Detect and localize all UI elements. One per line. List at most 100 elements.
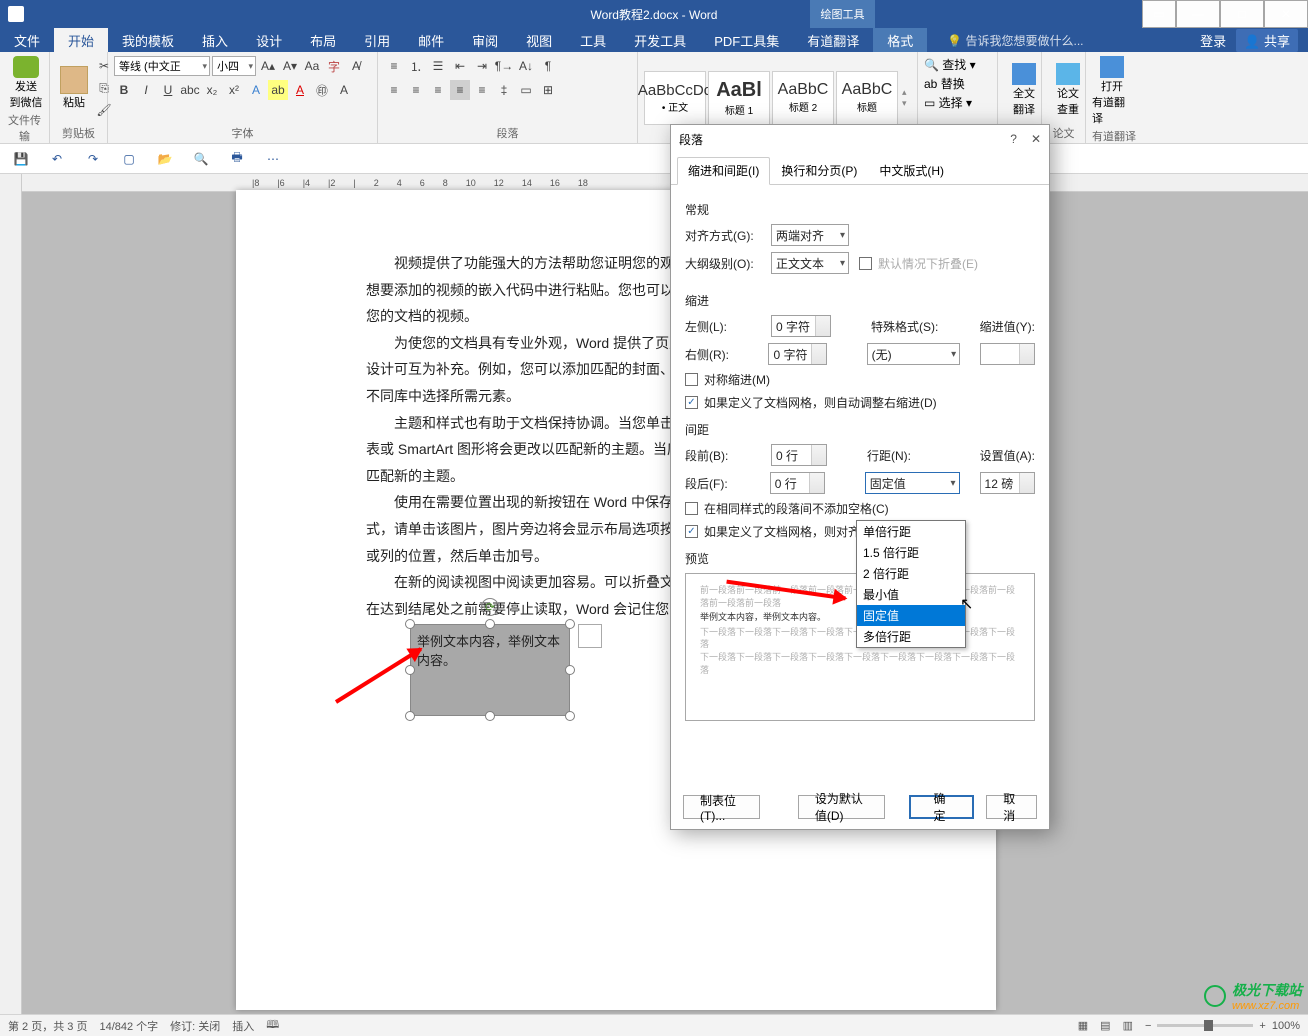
tab-review[interactable]: 审阅 <box>458 28 512 52</box>
layout-options-icon[interactable] <box>578 624 602 648</box>
collapse-checkbox[interactable]: 默认情况下折叠(E) <box>859 255 978 272</box>
font-color-button[interactable]: A <box>290 80 310 100</box>
style-normal[interactable]: AaBbCcDd• 正文 <box>644 71 706 125</box>
cancel-button[interactable]: 取消 <box>986 795 1037 819</box>
align-right-button[interactable]: ≡ <box>428 80 448 100</box>
option-double[interactable]: 2 倍行距 <box>857 563 965 584</box>
zoom-level[interactable]: 100% <box>1272 1020 1300 1032</box>
style-title[interactable]: AaBbC标题 <box>836 71 898 125</box>
resize-handle[interactable] <box>565 619 575 629</box>
tab-indent-spacing[interactable]: 缩进和间距(I) <box>677 157 770 185</box>
highlight-button[interactable]: ab <box>268 80 288 100</box>
strike-button[interactable]: abc <box>180 80 200 100</box>
style-h2[interactable]: AaBbC标题 2 <box>772 71 834 125</box>
resize-handle[interactable] <box>405 665 415 675</box>
resize-handle[interactable] <box>405 711 415 721</box>
replace-button[interactable]: ab 替换 <box>924 75 965 92</box>
tab-view[interactable]: 视图 <box>512 28 566 52</box>
text-effects-button[interactable]: A <box>246 80 266 100</box>
align-left-button[interactable]: ≡ <box>384 80 404 100</box>
show-marks-button[interactable]: ¶ <box>538 56 558 76</box>
special-format-select[interactable]: (无) <box>867 343 961 365</box>
open-translate-button[interactable]: 打开有道翻译 <box>1092 56 1132 126</box>
outline-select[interactable]: 正文文本 <box>771 252 849 274</box>
view-print-icon[interactable]: ▤ <box>1100 1019 1110 1032</box>
justify-button[interactable]: ≡ <box>450 80 470 100</box>
style-h1[interactable]: AaBl标题 1 <box>708 71 770 125</box>
tabs-button[interactable]: 制表位(T)... <box>683 795 760 819</box>
align-center-button[interactable]: ≡ <box>406 80 426 100</box>
close-button[interactable]: ✕ <box>1264 0 1308 28</box>
qat-more-button[interactable]: ⋯ <box>264 150 282 168</box>
find-button[interactable]: 🔍 查找 ▾ <box>924 56 976 73</box>
resize-handle[interactable] <box>485 619 495 629</box>
tell-me-input[interactable]: 💡 告诉我您想要做什么... <box>947 32 1083 49</box>
tab-mail[interactable]: 邮件 <box>404 28 458 52</box>
tab-line-page[interactable]: 换行和分页(P) <box>770 157 868 184</box>
bold-button[interactable]: B <box>114 80 134 100</box>
tab-home[interactable]: 开始 <box>54 28 108 52</box>
shading-button[interactable]: ▭ <box>516 80 536 100</box>
tab-tools[interactable]: 工具 <box>566 28 620 52</box>
left-indent-spinner[interactable]: 0 字符 <box>771 315 831 337</box>
status-insert[interactable]: 插入 <box>232 1018 254 1034</box>
undo-button[interactable]: ↶ <box>48 150 66 168</box>
zoom-slider[interactable]: − + 100% <box>1145 1020 1300 1032</box>
select-button[interactable]: ▭ 选择 ▾ <box>924 94 972 111</box>
rotate-handle-icon[interactable]: ⟳ <box>481 598 499 616</box>
resize-handle[interactable] <box>485 711 495 721</box>
status-words[interactable]: 14/842 个字 <box>99 1018 158 1034</box>
dialog-help-button[interactable]: ? <box>1010 132 1017 146</box>
view-web-icon[interactable]: ▥ <box>1123 1019 1133 1032</box>
sort-button[interactable]: A↓ <box>516 56 536 76</box>
ok-button[interactable]: 确定 <box>909 795 974 819</box>
option-fixed[interactable]: 固定值 <box>857 605 965 626</box>
status-lang-icon[interactable]: 🕮 <box>266 1016 279 1035</box>
tab-layout[interactable]: 布局 <box>296 28 350 52</box>
qat-open-button[interactable]: 📂 <box>156 150 174 168</box>
min-button[interactable]: — <box>1176 0 1220 28</box>
grow-font-button[interactable]: A▴ <box>258 56 278 76</box>
qat-preview-button[interactable]: 🔍 <box>192 150 210 168</box>
tab-format[interactable]: 格式 <box>873 28 927 52</box>
redo-button[interactable]: ↷ <box>84 150 102 168</box>
zoom-in-button[interactable]: + <box>1259 1020 1265 1032</box>
enclose-button[interactable]: ㊞ <box>312 80 332 100</box>
bullets-button[interactable]: ≡ <box>384 56 404 76</box>
font-size-combo[interactable]: 小四 <box>212 56 256 76</box>
ribbon-opts-icon[interactable]: ▭ <box>1142 0 1176 28</box>
full-translate-button[interactable]: 全文翻译 <box>1004 56 1044 123</box>
ltr-button[interactable]: ¶→ <box>494 56 514 76</box>
mirror-indent-checkbox[interactable]: 对称缩进(M) <box>685 371 770 388</box>
option-single[interactable]: 单倍行距 <box>857 521 965 542</box>
no-space-same-style-checkbox[interactable]: 在相同样式的段落间不添加空格(C) <box>685 500 889 517</box>
tab-translate[interactable]: 有道翻译 <box>793 28 873 52</box>
tab-references[interactable]: 引用 <box>350 28 404 52</box>
increase-indent-button[interactable]: ⇥ <box>472 56 492 76</box>
vertical-ruler[interactable] <box>0 174 22 1014</box>
shrink-font-button[interactable]: A▾ <box>280 56 300 76</box>
paste-button[interactable]: 粘贴 <box>56 60 92 116</box>
qat-new-button[interactable]: ▢ <box>120 150 138 168</box>
underline-button[interactable]: U <box>158 80 178 100</box>
line-spacing-button[interactable]: ‡ <box>494 80 514 100</box>
set-default-button[interactable]: 设为默认值(D) <box>798 795 886 819</box>
alignment-select[interactable]: 两端对齐 <box>771 224 849 246</box>
dialog-close-button[interactable]: ✕ <box>1031 132 1041 146</box>
qat-print-button[interactable]: 🖶 <box>228 150 246 168</box>
view-read-icon[interactable]: ▦ <box>1078 1019 1088 1032</box>
phonetic-button[interactable]: 字 <box>324 56 344 76</box>
tab-pdf[interactable]: PDF工具集 <box>700 28 793 52</box>
numbering-button[interactable]: ⒈ <box>406 56 426 76</box>
option-min[interactable]: 最小值 <box>857 584 965 605</box>
text-box-shape[interactable]: ⟳ 举例文本内容，举例文本内容。 <box>410 624 570 716</box>
tab-asian[interactable]: 中文版式(H) <box>868 157 955 184</box>
decrease-indent-button[interactable]: ⇤ <box>450 56 470 76</box>
tab-file[interactable]: 文件 <box>0 28 54 52</box>
save-button[interactable]: 💾 <box>12 150 30 168</box>
borders-button[interactable]: ⊞ <box>538 80 558 100</box>
resize-handle[interactable] <box>405 619 415 629</box>
subscript-button[interactable]: x₂ <box>202 80 222 100</box>
space-before-spinner[interactable]: 0 行 <box>771 444 827 466</box>
styles-gallery[interactable]: AaBbCcDd• 正文 AaBl标题 1 AaBbC标题 2 AaBbC标题 <box>644 71 898 125</box>
